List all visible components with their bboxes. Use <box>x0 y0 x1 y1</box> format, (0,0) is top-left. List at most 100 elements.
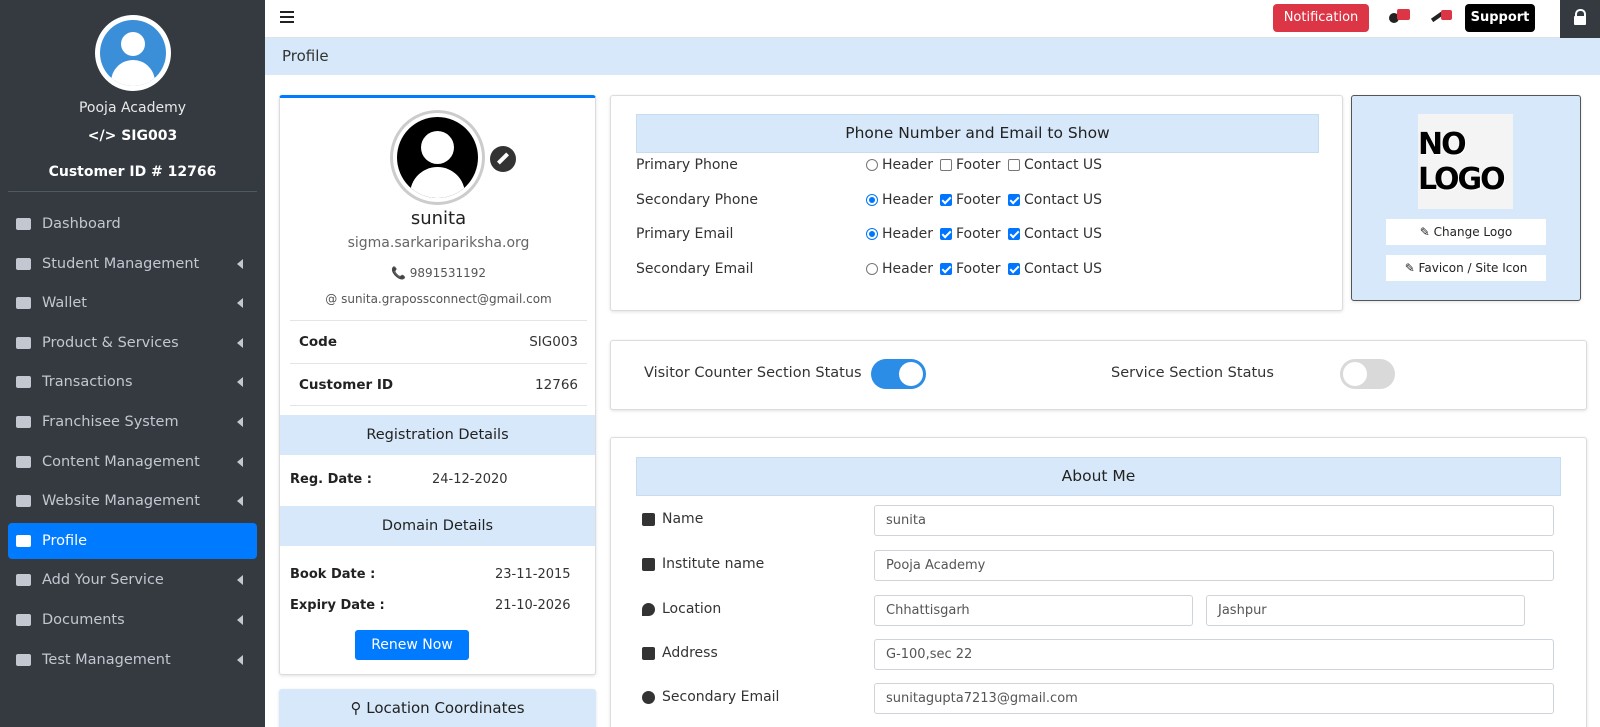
visitor-counter-toggle[interactable] <box>871 359 926 389</box>
gear-icon <box>14 492 34 510</box>
chevron-left-icon <box>237 654 243 665</box>
institute-input[interactable]: Pooja Academy <box>874 550 1554 581</box>
book-date-value: 23-11-2015 <box>495 567 571 582</box>
footer-checkbox[interactable] <box>940 194 952 206</box>
secondary-email-input[interactable]: sunitagupta7213@gmail.com <box>874 683 1554 714</box>
option-label: Header <box>882 226 933 242</box>
header-radio[interactable] <box>866 194 878 206</box>
gears-icon <box>14 571 34 589</box>
sidebar-item-franchisee-system[interactable]: Franchisee System <box>8 404 257 440</box>
contact-option-contact: Contact US <box>1008 226 1102 242</box>
option-label: Contact US <box>1024 192 1103 208</box>
contact-option-footer: Footer <box>940 261 1001 277</box>
edit-avatar-icon[interactable] <box>490 146 516 172</box>
contact-row: Primary Email Header Footer Contact US <box>636 226 1336 248</box>
change-logo-button[interactable]: ✎ Change Logo <box>1386 219 1546 245</box>
institute-label-text: Institute name <box>662 556 765 572</box>
favicon-button[interactable]: ✎ Favicon / Site Icon <box>1386 255 1546 281</box>
support-button[interactable]: Support <box>1465 4 1535 32</box>
sidebar-nav: Dashboard Student Management Wallet Product… <box>8 206 257 681</box>
academy-code: </> SIG003 <box>87 128 178 144</box>
secondary-email-label-text: Secondary Email <box>662 689 780 705</box>
footer-checkbox[interactable] <box>940 159 952 171</box>
footer-checkbox[interactable] <box>940 263 952 275</box>
footer-checkbox[interactable] <box>940 228 952 240</box>
avatar <box>95 15 171 91</box>
about-me-title: About Me <box>636 457 1561 496</box>
contact-row: Secondary Phone Header Footer Contact US <box>636 192 1336 214</box>
contact-checkbox[interactable] <box>1008 194 1020 206</box>
sidebar-item-label: Content Management <box>42 453 200 470</box>
sidebar-item-dashboard[interactable]: Dashboard <box>8 206 257 242</box>
sidebar-item-documents[interactable]: Documents <box>8 602 257 638</box>
contact-row-label: Primary Phone <box>636 157 738 173</box>
expiry-date-row: Expiry Date : 21-10-2026 <box>290 598 575 613</box>
sidebar-item-label: Website Management <box>42 493 200 510</box>
notification-button[interactable]: Notification <box>1273 4 1369 32</box>
option-label: Contact US <box>1024 157 1103 173</box>
code-value: SIG003 <box>529 334 578 350</box>
location-field-label: Location <box>642 601 721 617</box>
address-input[interactable]: G-100,sec 22 <box>874 639 1554 670</box>
sidebar-item-label: Transactions <box>42 374 133 391</box>
option-label: Header <box>882 157 933 173</box>
name-input[interactable]: sunita <box>874 505 1554 536</box>
profile-phone: 📞 9891531192 <box>390 266 487 280</box>
sidebar-item-content-management[interactable]: Content Management <box>8 444 257 480</box>
message-icon[interactable] <box>1389 9 1411 25</box>
chevron-left-icon <box>237 298 243 309</box>
sidebar-item-test-management[interactable]: Test Management <box>8 642 257 678</box>
option-label: Footer <box>956 192 1001 208</box>
contact-checkbox[interactable] <box>1008 159 1020 171</box>
dashboard-icon <box>14 215 34 233</box>
sidebar-item-add-your-service[interactable]: Add Your Service <box>8 562 257 598</box>
address-field-label: Address <box>642 645 718 661</box>
contact-option-footer: Footer <box>940 157 1001 173</box>
contact-visibility-card: Phone Number and Email to Show Primary P… <box>610 95 1343 311</box>
city-input[interactable]: Jashpur <box>1206 595 1525 626</box>
header-radio[interactable] <box>866 159 878 171</box>
sidebar-item-label: Test Management <box>42 651 171 668</box>
name-field-label: Name <box>642 511 703 527</box>
book-date-row: Book Date : 23-11-2015 <box>290 567 575 582</box>
contact-option-header: Header <box>866 261 933 277</box>
briefcase-icon <box>14 334 34 352</box>
chevron-left-icon <box>237 614 243 625</box>
contact-checkbox[interactable] <box>1008 263 1020 275</box>
option-label: Header <box>882 192 933 208</box>
header-radio[interactable] <box>866 263 878 275</box>
state-input[interactable]: Chhattisgarh <box>874 595 1193 626</box>
domain-details-header: Domain Details <box>280 506 595 546</box>
key-icon[interactable] <box>1431 9 1455 25</box>
contact-option-contact: Contact US <box>1008 157 1102 173</box>
contact-row-label: Primary Email <box>636 226 734 242</box>
service-section-toggle[interactable] <box>1340 359 1395 389</box>
wallet-icon <box>14 294 34 312</box>
sidebar-item-website-management[interactable]: Website Management <box>8 483 257 519</box>
book-icon <box>14 651 34 669</box>
lock-icon[interactable] <box>1560 0 1600 38</box>
contact-checkbox[interactable] <box>1008 228 1020 240</box>
contact-row-label: Secondary Email <box>636 261 754 277</box>
user-icon <box>14 255 34 273</box>
sidebar-item-wallet[interactable]: Wallet <box>8 285 257 321</box>
sidebar: Pooja Academy </> SIG003 Customer ID # 1… <box>0 0 265 727</box>
sidebar-item-label: Franchisee System <box>42 413 179 430</box>
sidebar-item-profile[interactable]: Profile <box>8 522 257 559</box>
option-label: Footer <box>956 157 1001 173</box>
customer-id-label: Customer ID <box>299 376 394 393</box>
sidebar-item-student-management[interactable]: Student Management <box>8 246 257 282</box>
sidebar-item-transactions[interactable]: Transactions <box>8 364 257 400</box>
reg-date-row: Reg. Date : 24-12-2020 <box>290 472 575 487</box>
expiry-date-value: 21-10-2026 <box>495 598 571 613</box>
contact-row-label: Secondary Phone <box>636 192 758 208</box>
secondary-email-field-label: Secondary Email <box>642 689 779 705</box>
profile-website: sigma.sarkaripariksha.org <box>347 235 530 251</box>
contact-option-footer: Footer <box>940 226 1001 242</box>
renew-now-button[interactable]: Renew Now <box>355 630 469 660</box>
reg-date-value: 24-12-2020 <box>432 472 508 487</box>
academy-name: Pooja Academy <box>78 100 187 116</box>
hamburger-menu-icon[interactable] <box>280 11 294 23</box>
header-radio[interactable] <box>866 228 878 240</box>
sidebar-item-product-services[interactable]: Product & Services <box>8 325 257 361</box>
